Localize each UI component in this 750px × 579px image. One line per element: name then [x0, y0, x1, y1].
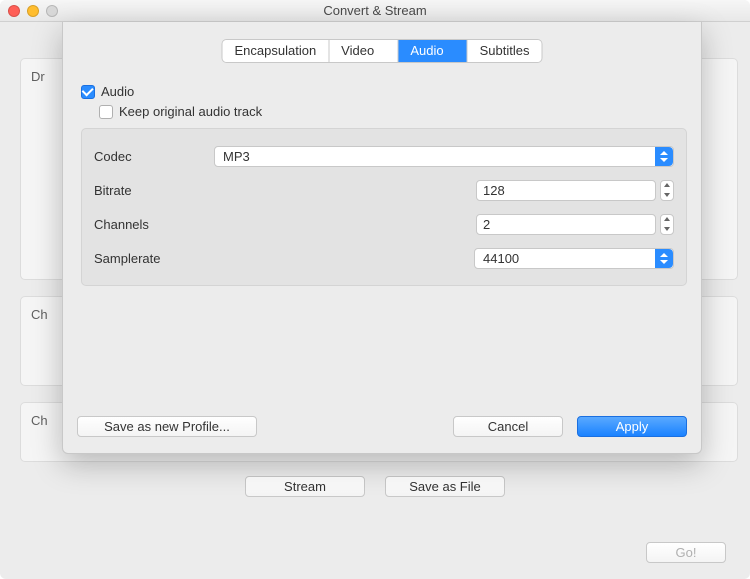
channels-input[interactable]: 2 — [476, 214, 656, 235]
go-button-wrap: Go! — [646, 542, 726, 563]
tab-audio-codec[interactable]: Audio codec — [398, 40, 467, 62]
samplerate-value: 44100 — [475, 251, 655, 266]
channels-label: Channels — [94, 217, 214, 232]
window-title: Convert & Stream — [323, 3, 426, 18]
codec-row: Codec MP3 — [94, 139, 674, 173]
traffic-lights — [8, 5, 58, 17]
channels-stepper[interactable] — [660, 214, 674, 235]
sheet-bottom-bar: Save as new Profile... Cancel Apply — [77, 416, 687, 437]
titlebar: Convert & Stream — [0, 0, 750, 22]
apply-button[interactable]: Apply — [577, 416, 687, 437]
samplerate-label: Samplerate — [94, 251, 214, 266]
tab-subtitles[interactable]: Subtitles — [468, 40, 542, 62]
tab-encapsulation[interactable]: Encapsulation — [223, 40, 330, 62]
samplerate-row: Samplerate 44100 — [94, 241, 674, 275]
cancel-button[interactable]: Cancel — [453, 416, 563, 437]
background-label-3: Ch — [31, 413, 48, 428]
bitrate-label: Bitrate — [94, 183, 214, 198]
keep-original-row: Keep original audio track — [99, 104, 262, 119]
close-window-button[interactable] — [8, 5, 20, 17]
keep-original-checkbox[interactable] — [99, 105, 113, 119]
audio-enable-row: Audio — [81, 84, 134, 99]
select-arrows-icon — [655, 249, 673, 268]
stream-button[interactable]: Stream — [245, 476, 365, 497]
minimize-window-button[interactable] — [27, 5, 39, 17]
go-button[interactable]: Go! — [646, 542, 726, 563]
save-as-file-button[interactable]: Save as File — [385, 476, 505, 497]
codec-label: Codec — [94, 149, 214, 164]
profile-editor-sheet: Encapsulation Video codec Audio codec Su… — [62, 22, 702, 454]
codec-select[interactable]: MP3 — [214, 146, 674, 167]
save-as-new-profile-button[interactable]: Save as new Profile... — [77, 416, 257, 437]
keep-original-label: Keep original audio track — [119, 104, 262, 119]
background-label-2: Ch — [31, 307, 48, 322]
tab-bar: Encapsulation Video codec Audio codec Su… — [223, 40, 542, 62]
bitrate-input[interactable]: 128 — [476, 180, 656, 201]
tab-video-codec[interactable]: Video codec — [329, 40, 398, 62]
bitrate-row: Bitrate 128 — [94, 173, 674, 207]
channels-row: Channels 2 — [94, 207, 674, 241]
audio-enable-label: Audio — [101, 84, 134, 99]
codec-value: MP3 — [215, 149, 655, 164]
background-bottom-buttons: Stream Save as File — [0, 476, 750, 497]
bitrate-stepper[interactable] — [660, 180, 674, 201]
zoom-window-button[interactable] — [46, 5, 58, 17]
select-arrows-icon — [655, 147, 673, 166]
bitrate-control: 128 — [476, 180, 674, 201]
audio-enable-checkbox[interactable] — [81, 85, 95, 99]
audio-form-area: Codec MP3 Bitrate 128 Channels 2 — [81, 128, 687, 286]
channels-control: 2 — [476, 214, 674, 235]
background-label-1: Dr — [31, 69, 45, 84]
samplerate-select[interactable]: 44100 — [474, 248, 674, 269]
